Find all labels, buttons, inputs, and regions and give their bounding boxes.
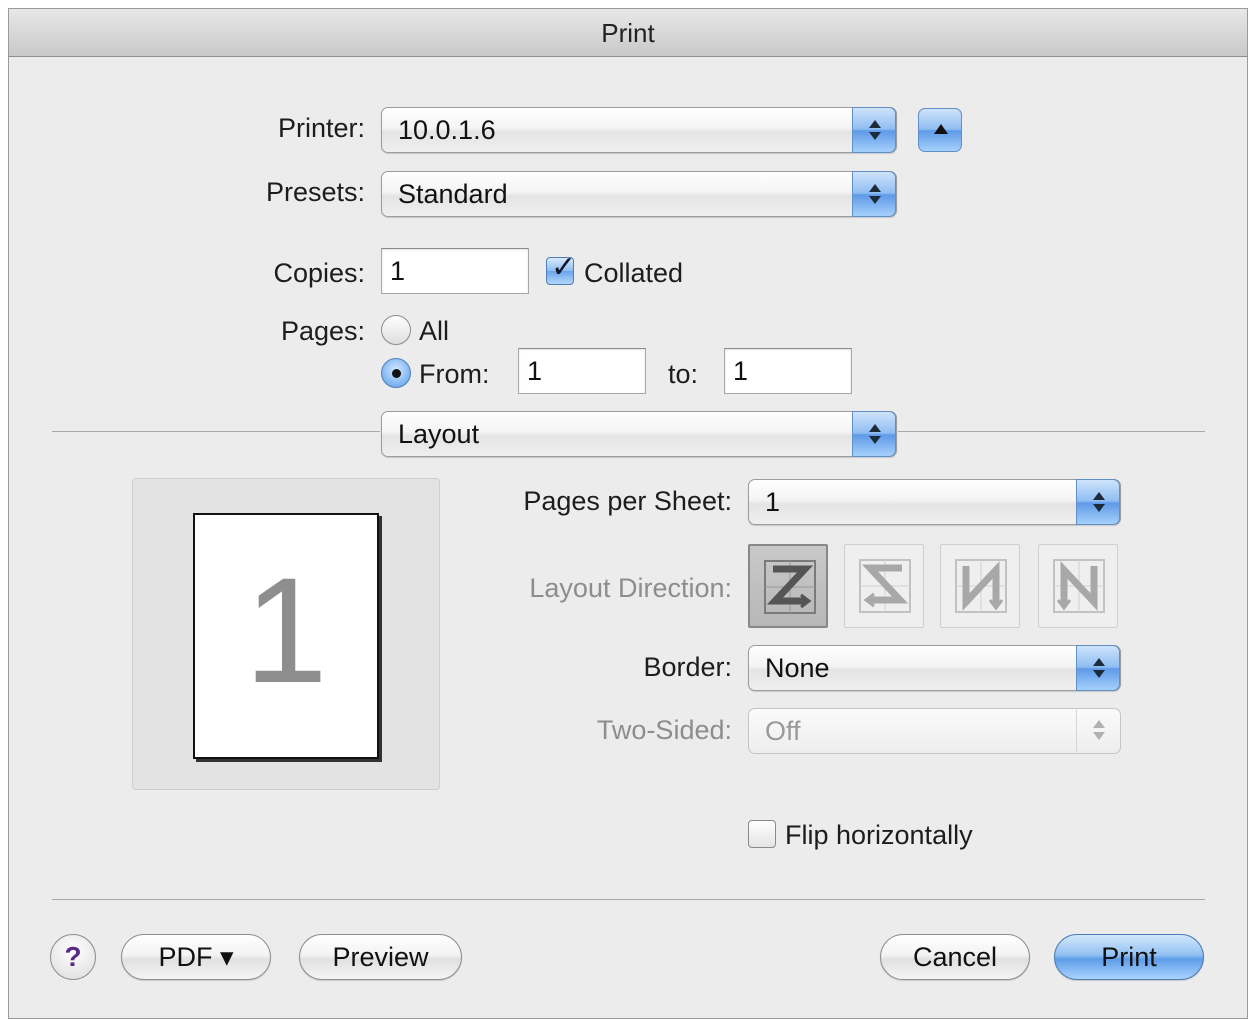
footer-divider: [52, 899, 1205, 900]
z-direction-icon[interactable]: [748, 544, 828, 628]
pdf-menu-button[interactable]: PDF ▾: [121, 934, 271, 980]
two-sided-label: Two-Sided:: [596, 715, 732, 745]
border-popup[interactable]: None: [748, 645, 1121, 691]
collapse-details-button[interactable]: [918, 108, 962, 152]
presets-popup[interactable]: Standard: [381, 171, 897, 217]
pages-from-radio[interactable]: [381, 358, 411, 388]
dialog-title: Print: [9, 9, 1247, 57]
pages-from-field[interactable]: 1: [518, 348, 646, 394]
stepper-arrows-icon: [852, 171, 896, 217]
preview-sheet: 1: [193, 513, 379, 759]
pages-per-sheet-label: Pages per Sheet:: [523, 486, 732, 516]
panel-select-value: Layout: [398, 419, 480, 449]
cancel-button[interactable]: Cancel: [880, 934, 1030, 980]
reverse-n-direction-icon[interactable]: [1038, 544, 1118, 628]
two-sided-popup[interactable]: Off: [748, 708, 1121, 754]
pages-all-radio[interactable]: [381, 315, 411, 345]
stepper-arrows-icon: [852, 107, 896, 153]
copies-label: Copies:: [273, 258, 365, 288]
triangle-up-icon: [934, 124, 948, 134]
reverse-s-direction-icon[interactable]: [844, 544, 924, 628]
stepper-arrows-icon: [1076, 645, 1120, 691]
pages-to-field[interactable]: 1: [724, 348, 852, 394]
collated-checkbox[interactable]: ✓: [546, 251, 576, 285]
printer-value: 10.0.1.6: [398, 115, 496, 145]
pages-to-label: to:: [668, 359, 699, 389]
preview-page-number: 1: [244, 546, 328, 714]
pages-all-label: All: [419, 316, 450, 346]
page-preview: 1: [132, 478, 440, 790]
flip-horizontally-checkbox[interactable]: [748, 820, 776, 848]
preview-button[interactable]: Preview: [299, 934, 462, 980]
pages-per-sheet-value: 1: [765, 487, 781, 517]
pages-from-label: From:: [419, 359, 490, 389]
flip-horizontally-label: Flip horizontally: [785, 820, 973, 850]
panel-select-popup[interactable]: Layout: [381, 411, 897, 457]
printer-popup[interactable]: 10.0.1.6: [381, 107, 897, 153]
presets-label: Presets:: [265, 177, 365, 207]
border-label: Border:: [643, 652, 732, 682]
divider-line: [898, 431, 1205, 432]
checkmark-icon: ✓: [551, 251, 577, 284]
two-sided-value: Off: [765, 716, 801, 746]
border-value: None: [765, 653, 830, 683]
presets-value: Standard: [398, 179, 508, 209]
pages-per-sheet-popup[interactable]: 1: [748, 479, 1121, 525]
collated-label: Collated: [584, 258, 684, 288]
stepper-arrows-icon: [852, 411, 896, 457]
stepper-arrows-icon: [1076, 479, 1120, 525]
pages-label: Pages:: [280, 316, 365, 346]
printer-label: Printer:: [277, 113, 365, 143]
layout-direction-label: Layout Direction:: [529, 573, 732, 603]
help-icon[interactable]: ?: [50, 934, 96, 980]
divider-line: [52, 431, 380, 432]
print-button[interactable]: Print: [1054, 934, 1204, 980]
n-direction-icon[interactable]: [940, 544, 1020, 628]
copies-field[interactable]: 1: [381, 248, 529, 294]
stepper-arrows-icon: [1076, 708, 1120, 754]
